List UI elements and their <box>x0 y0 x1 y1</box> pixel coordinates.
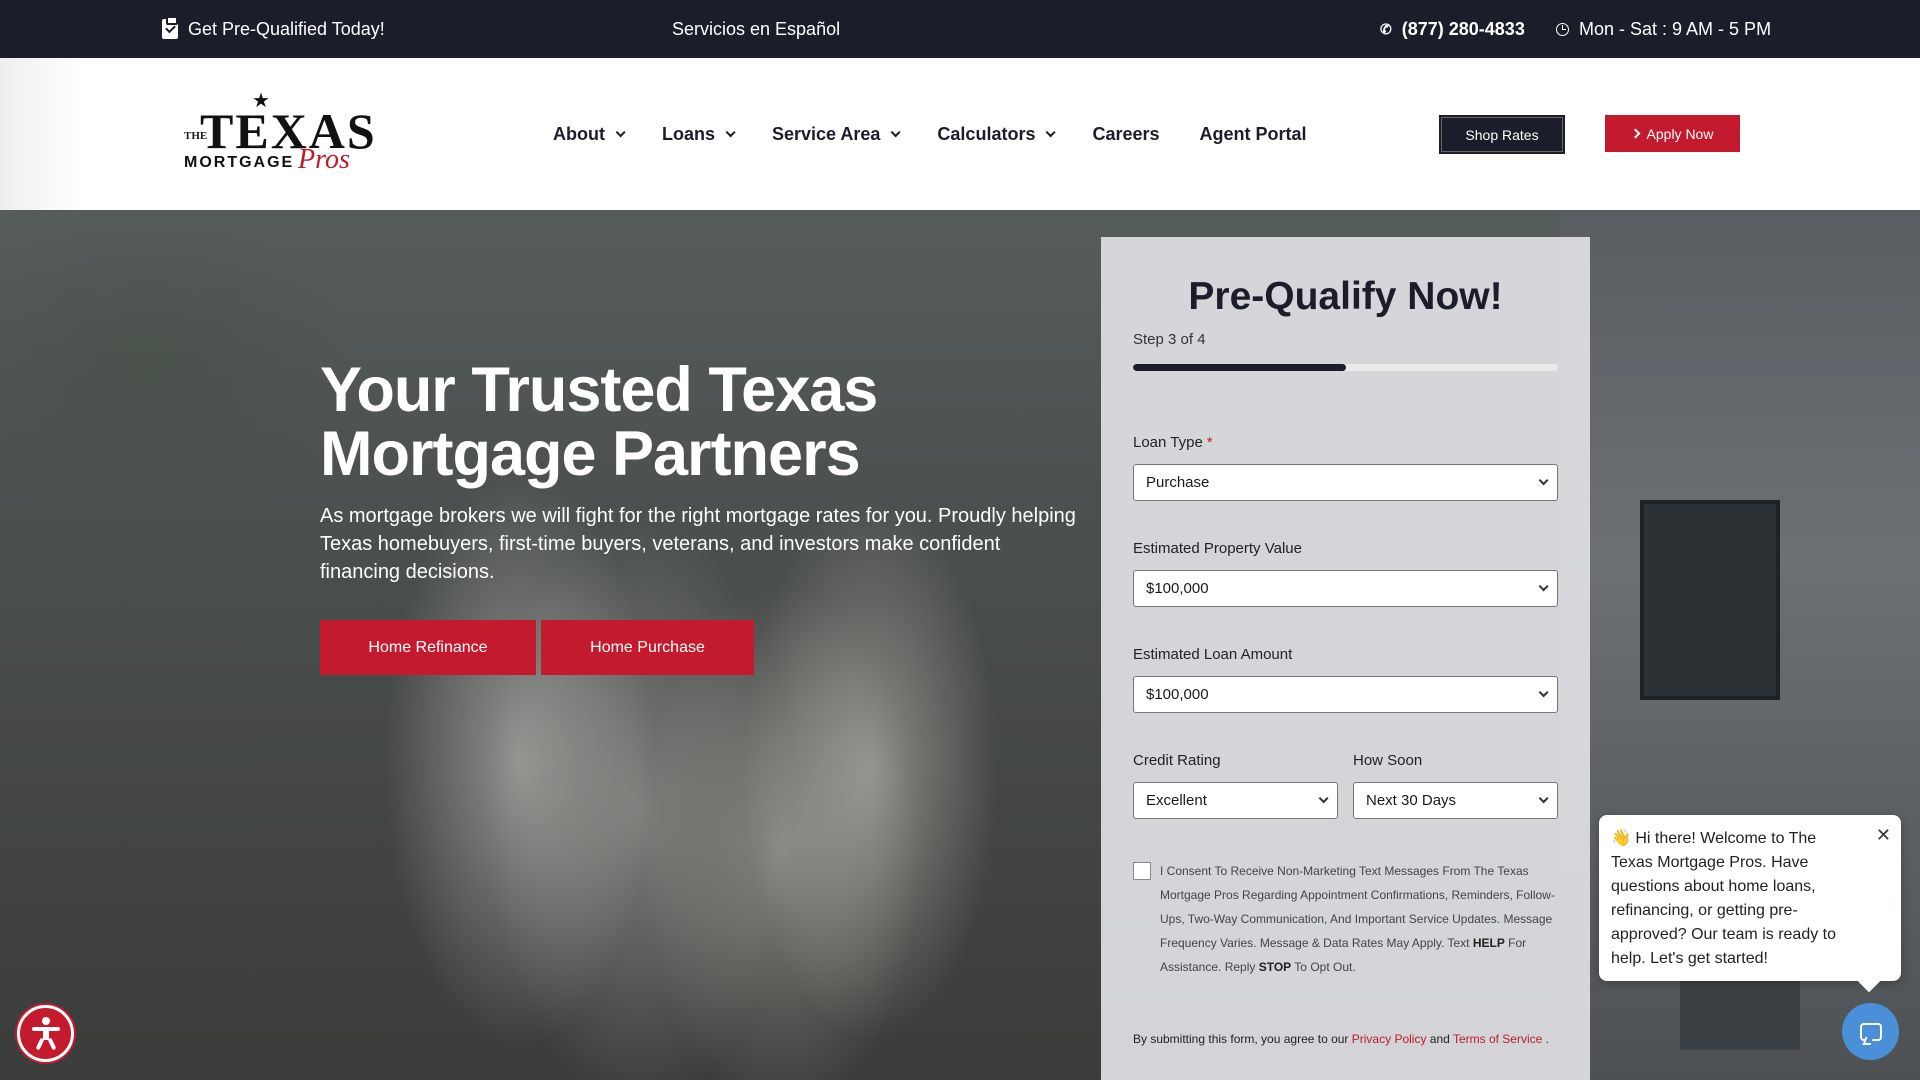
spanish-label: Servicios en Español <box>672 18 841 39</box>
property-value-select[interactable]: $100,000 <box>1133 570 1558 607</box>
nav-label: Service Area <box>772 123 881 144</box>
shop-rates-label: Shop Rates <box>1465 126 1539 143</box>
nav-item-about[interactable]: About <box>553 123 626 145</box>
credit-rating-label: Credit Rating <box>1133 752 1221 769</box>
site-header: ★ THE TEXAS MORTGAGE Pros About Loans Se… <box>0 58 1920 210</box>
nav-label: Loans <box>661 123 715 144</box>
hero-title: Your Trusted Texas Mortgage Partners <box>320 355 878 489</box>
loan-type-label: Loan Type * <box>1133 434 1213 451</box>
prequalify-form: Pre-Qualify Now! Step 3 of 4 Loan Type * … <box>1101 237 1590 1080</box>
chevron-down-icon <box>1538 475 1549 486</box>
loan-amount-value: $100,000 <box>1146 686 1209 703</box>
chevron-down-icon <box>1538 687 1549 698</box>
accessibility-icon <box>31 1016 61 1051</box>
home-purchase-button[interactable]: Home Purchase <box>541 620 754 675</box>
site-logo[interactable]: ★ THE TEXAS MORTGAGE Pros <box>182 90 375 176</box>
chevron-down-icon <box>1318 793 1329 804</box>
required-marker: * <box>1206 434 1213 451</box>
terms-of-service-link[interactable]: Terms of Service <box>1453 1032 1542 1046</box>
loan-amount-select[interactable]: $100,000 <box>1133 676 1558 713</box>
top-bar: Get Pre-Qualified Today! Servicios en Es… <box>0 0 1920 58</box>
property-value-label: Estimated Property Value <box>1133 540 1302 557</box>
clock-icon <box>1556 22 1569 36</box>
nav-label: About <box>553 123 605 144</box>
logo-texas: TEXAS <box>200 103 377 159</box>
home-refinance-button[interactable]: Home Refinance <box>320 620 536 675</box>
loan-type-label-text: Loan Type <box>1133 434 1203 451</box>
phone-icon: ✆ <box>1380 20 1392 37</box>
nav-label: Careers <box>1092 123 1160 144</box>
nav-label: Agent Portal <box>1199 123 1307 144</box>
nav-item-service-area[interactable]: Service Area <box>772 123 901 145</box>
prequal-label: Get Pre-Qualified Today! <box>188 18 385 39</box>
loan-type-select[interactable]: Purchase <box>1133 464 1558 501</box>
loan-type-value: Purchase <box>1146 474 1210 491</box>
consent-help-keyword: HELP <box>1472 936 1505 950</box>
privacy-policy-link[interactable]: Privacy Policy <box>1352 1032 1427 1046</box>
home-refinance-label: Home Refinance <box>368 638 488 656</box>
phone-link[interactable]: ✆ (877) 280-4833 <box>1380 0 1525 58</box>
hero-background-person <box>700 390 1040 1080</box>
how-soon-label: How Soon <box>1353 752 1423 769</box>
accessibility-button[interactable] <box>17 1005 74 1062</box>
step-indicator: Step 3 of 4 <box>1133 331 1206 348</box>
submit-note-text: By submitting this form, you agree to ou… <box>1133 1032 1352 1046</box>
apply-now-button[interactable]: Apply Now <box>1605 115 1740 152</box>
how-soon-value: Next 30 Days <box>1366 792 1457 809</box>
hero-background-window <box>1640 500 1780 700</box>
nav-label: Calculators <box>937 123 1036 144</box>
consent-stop-keyword: STOP <box>1258 960 1292 974</box>
progress-fill <box>1133 364 1346 371</box>
clipboard-check-icon <box>162 16 178 39</box>
nav-item-agent-portal[interactable]: Agent Portal <box>1200 124 1307 145</box>
nav-item-calculators[interactable]: Calculators <box>937 123 1057 145</box>
chevron-down-icon <box>1046 126 1057 137</box>
consent-text-part: To Opt Out. <box>1291 960 1356 974</box>
chat-icon <box>1859 1022 1882 1041</box>
form-title: Pre-Qualify Now! <box>1188 275 1503 318</box>
chevron-down-icon <box>1538 581 1549 592</box>
chevron-down-icon <box>1538 793 1549 804</box>
chevron-right-icon <box>1630 128 1640 139</box>
submit-terms-note: By submitting this form, you agree to ou… <box>1133 1027 1558 1051</box>
home-purchase-label: Home Purchase <box>590 638 705 656</box>
submit-note-text: and <box>1426 1032 1453 1046</box>
hero-subtitle: As mortgage brokers we will fight for th… <box>320 505 1076 583</box>
chevron-down-icon <box>615 126 626 137</box>
credit-rating-value: Excellent <box>1146 792 1207 809</box>
consent-checkbox[interactable] <box>1133 862 1151 880</box>
shop-rates-button[interactable]: Shop Rates <box>1439 115 1565 154</box>
loan-amount-label: Estimated Loan Amount <box>1133 646 1293 663</box>
consent-text: I Consent To Receive Non-Marketing Text … <box>1160 859 1560 979</box>
logo-mortgage: MORTGAGE <box>184 154 295 171</box>
chevron-down-icon <box>891 126 901 137</box>
prequal-link[interactable]: Get Pre-Qualified Today! <box>162 0 385 58</box>
business-hours: Mon - Sat : 9 AM - 5 PM <box>1556 0 1771 58</box>
credit-rating-select[interactable]: Excellent <box>1133 782 1338 819</box>
logo-pros: Pros <box>298 144 350 175</box>
chevron-down-icon <box>725 126 736 137</box>
nav-item-loans[interactable]: Loans <box>661 123 736 145</box>
main-nav: About Loans Service Area Calculators Car… <box>553 58 1307 210</box>
progress-bar <box>1133 364 1558 371</box>
property-value-value: $100,000 <box>1146 580 1209 597</box>
chat-message: 👋 Hi there! Welcome to The Texas Mortgag… <box>1611 830 1837 967</box>
spanish-services-link[interactable]: Servicios en Español <box>672 0 840 58</box>
close-icon[interactable]: ✕ <box>1876 823 1891 847</box>
submit-note-text: . <box>1542 1032 1549 1046</box>
nav-item-careers[interactable]: Careers <box>1092 124 1159 145</box>
phone-number: (877) 280-4833 <box>1401 18 1525 39</box>
chat-welcome-bubble: 👋 Hi there! Welcome to The Texas Mortgag… <box>1599 815 1901 981</box>
apply-now-label: Apply Now <box>1646 125 1714 142</box>
chat-launcher-button[interactable] <box>1842 1003 1899 1060</box>
how-soon-select[interactable]: Next 30 Days <box>1353 782 1558 819</box>
hours-label: Mon - Sat : 9 AM - 5 PM <box>1579 18 1772 39</box>
